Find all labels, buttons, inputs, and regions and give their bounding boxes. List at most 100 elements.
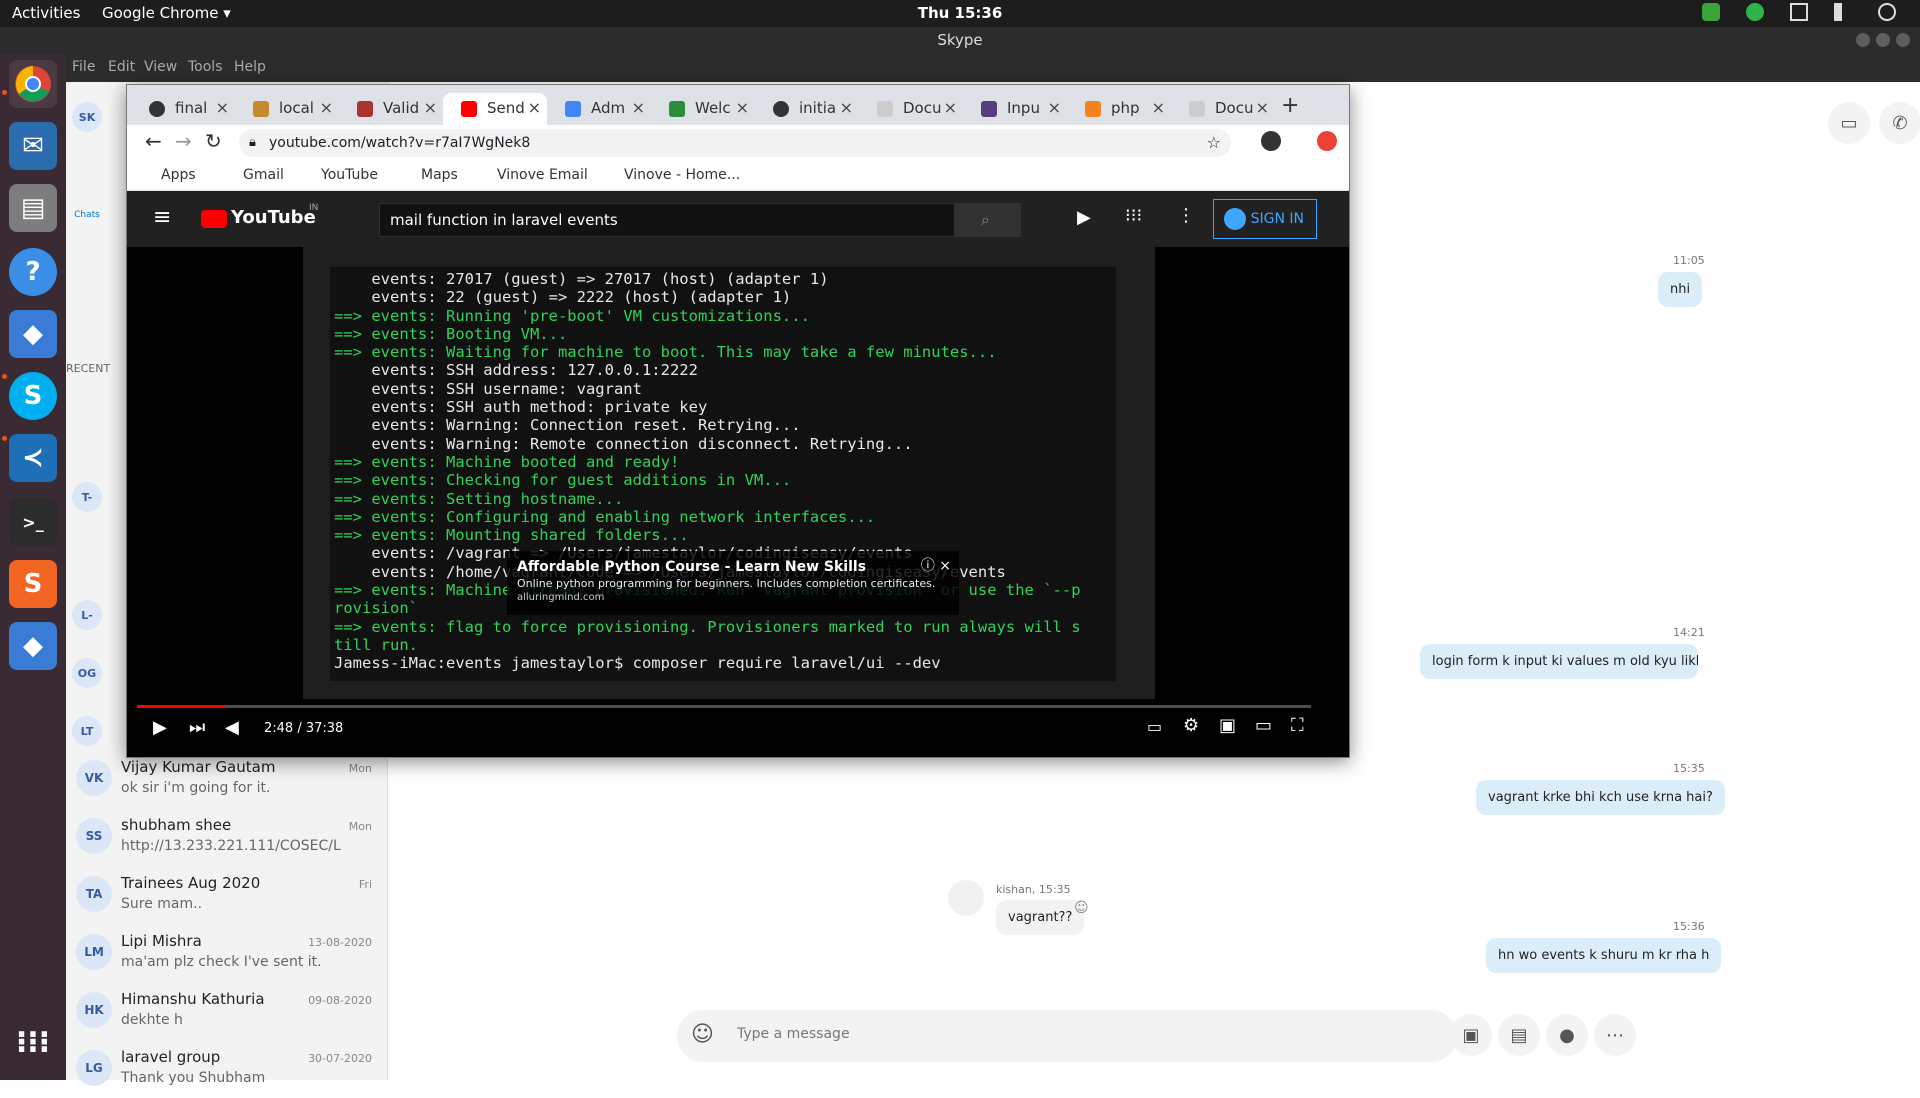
chrome-icon[interactable] xyxy=(9,60,57,108)
close-tab-icon[interactable]: × xyxy=(736,93,749,123)
new-tab-icon[interactable]: + xyxy=(1281,93,1299,118)
volume-icon[interactable] xyxy=(1834,3,1852,21)
extension-icon[interactable] xyxy=(1317,131,1337,151)
skype-icon[interactable]: S xyxy=(9,372,57,420)
close-ad-icon[interactable]: ⓘ × xyxy=(921,555,951,575)
create-video-icon[interactable]: ▶︎ xyxy=(1077,207,1091,228)
fullscreen-icon[interactable]: ⛶ xyxy=(1291,715,1304,736)
show-apps-icon[interactable]: ⁝⁝⁝ xyxy=(9,1018,57,1066)
tab-active[interactable]: Send × xyxy=(443,93,547,125)
youtube-logo-icon[interactable] xyxy=(201,210,227,228)
recent-chat-avatar[interactable]: L- xyxy=(72,600,102,630)
bookmark-item[interactable]: Vinove Email xyxy=(497,167,588,183)
message-bubble[interactable]: nhi xyxy=(1658,272,1703,307)
video-call-icon[interactable]: ▭ xyxy=(1828,102,1870,144)
check-icon[interactable] xyxy=(1702,3,1720,21)
play-icon[interactable]: ▶ xyxy=(153,717,167,738)
contact-card-icon[interactable]: ▤ xyxy=(1498,1014,1540,1056)
close-tab-icon[interactable]: × xyxy=(320,93,333,123)
bookmark-item[interactable]: Apps xyxy=(161,167,196,183)
bookmark-item[interactable]: Maps xyxy=(421,167,458,183)
tab[interactable]: initia × xyxy=(755,93,859,125)
close-tab-icon[interactable]: × xyxy=(528,93,541,123)
recycle-icon[interactable] xyxy=(1746,3,1764,21)
message-bubble[interactable]: hn wo events k shuru m kr rha h xyxy=(1486,938,1722,973)
menu-tools[interactable]: Tools xyxy=(188,59,223,75)
message-bubble[interactable]: vagrant?? xyxy=(996,900,1085,935)
close-tab-icon[interactable]: × xyxy=(1152,93,1165,123)
thunderbird-icon[interactable]: ✉ xyxy=(9,122,57,170)
message-composer[interactable]: ☺ Type a message xyxy=(677,1010,1457,1062)
more-options-icon[interactable]: ⋯ xyxy=(1594,1014,1636,1056)
recent-chat-avatar[interactable]: T- xyxy=(72,482,102,512)
emoji-icon[interactable]: ☺ xyxy=(691,1022,714,1047)
profile-avatar[interactable]: SK xyxy=(72,102,102,132)
tab[interactable]: Valid × xyxy=(339,93,443,125)
close-button[interactable] xyxy=(1896,33,1910,47)
search-input[interactable]: mail function in laravel events xyxy=(379,203,955,237)
clock[interactable]: Thu 15:36 xyxy=(0,4,1920,22)
tab[interactable]: php × xyxy=(1067,93,1171,125)
minimize-button[interactable] xyxy=(1856,33,1870,47)
sublime-icon[interactable]: S xyxy=(9,560,57,608)
reload-icon[interactable]: ↻ xyxy=(205,129,222,153)
chat-item[interactable]: VK Vijay Kumar Gautam ok sir i'm going f… xyxy=(66,750,388,808)
miniplayer-icon[interactable]: ▣ xyxy=(1219,715,1236,736)
menu-icon[interactable]: ≡ xyxy=(153,205,171,230)
message-bubble[interactable]: vagrant krke bhi kch use krna hai? xyxy=(1476,780,1725,815)
next-icon[interactable]: ⏭︎ xyxy=(189,717,205,738)
tab[interactable]: local × xyxy=(235,93,339,125)
power-icon[interactable] xyxy=(1878,3,1896,21)
chat-item[interactable]: TA Trainees Aug 2020 Sure mam.. Fri xyxy=(66,866,388,924)
recent-chat-avatar[interactable]: OG xyxy=(72,658,102,688)
sender-avatar[interactable] xyxy=(948,880,984,916)
back-icon[interactable]: ← xyxy=(145,129,162,153)
progress-bar[interactable] xyxy=(137,705,1311,708)
subtitles-icon[interactable]: ▭ xyxy=(1147,717,1162,736)
vscode-icon[interactable]: ≺ xyxy=(9,434,57,482)
message-input[interactable]: Type a message xyxy=(737,1026,850,1042)
menu-file[interactable]: File xyxy=(72,59,95,75)
bookmark-item[interactable]: Gmail xyxy=(243,167,284,183)
menu-help[interactable]: Help xyxy=(234,59,266,75)
close-tab-icon[interactable]: × xyxy=(1048,93,1061,123)
bookmark-star-icon[interactable]: ☆ xyxy=(1207,129,1221,157)
forward-icon[interactable]: → xyxy=(175,129,192,153)
tab[interactable]: Adm × xyxy=(547,93,651,125)
tab[interactable]: Docu × xyxy=(859,93,963,125)
tab[interactable]: Welc × xyxy=(651,93,755,125)
terminal-icon[interactable]: >_ xyxy=(9,498,57,546)
microphone-icon[interactable]: ● xyxy=(1546,1014,1588,1056)
bookmark-item[interactable]: YouTube xyxy=(321,167,378,183)
maximize-button[interactable] xyxy=(1876,33,1890,47)
menu-view[interactable]: View xyxy=(144,59,177,75)
more-vert-icon[interactable]: ⋮ xyxy=(1177,205,1195,226)
chats-tab[interactable]: Chats xyxy=(66,210,108,220)
help-icon[interactable]: ? xyxy=(9,248,57,296)
close-tab-icon[interactable]: × xyxy=(632,93,645,123)
app-icon[interactable]: ◆ xyxy=(9,310,57,358)
audio-call-icon[interactable]: ✆ xyxy=(1879,102,1920,144)
menu-edit[interactable]: Edit xyxy=(108,59,135,75)
close-tab-icon[interactable]: × xyxy=(216,93,229,123)
video-player[interactable]: events: 27017 (guest) => 27017 (host) (a… xyxy=(303,247,1155,699)
profile-icon[interactable] xyxy=(1261,131,1281,151)
tab[interactable]: final × xyxy=(131,93,235,125)
bookmark-item[interactable]: Vinove - Home... xyxy=(624,167,740,183)
theater-mode-icon[interactable]: ▭ xyxy=(1255,715,1272,736)
settings-icon[interactable]: ⚙︎ xyxy=(1183,715,1199,736)
address-bar[interactable]: 🔒︎ youtube.com/watch?v=r7aI7WgNek8 ☆ xyxy=(239,129,1231,157)
close-tab-icon[interactable]: × xyxy=(944,93,957,123)
emoji-reaction-icon[interactable]: ☺ xyxy=(1074,900,1089,916)
close-tab-icon[interactable]: × xyxy=(840,93,853,123)
network-icon[interactable] xyxy=(1790,3,1808,21)
search-button[interactable]: ⌕ xyxy=(955,203,1021,237)
close-tab-icon[interactable]: × xyxy=(424,93,437,123)
apps-grid-icon[interactable]: ⁝⁝⁝ xyxy=(1125,205,1142,226)
youtube-logo-text[interactable]: YouTube xyxy=(231,207,316,228)
message-bubble[interactable]: login form k input ki values m old kyu l… xyxy=(1420,644,1698,679)
chat-item[interactable]: LG laravel group Thank you Shubham 30-07… xyxy=(66,1040,388,1098)
volume-icon[interactable]: ◀︎ xyxy=(225,717,239,738)
chat-item[interactable]: LM Lipi Mishra ma'am plz check I've sent… xyxy=(66,924,388,982)
files-icon[interactable]: ▤ xyxy=(9,184,57,232)
